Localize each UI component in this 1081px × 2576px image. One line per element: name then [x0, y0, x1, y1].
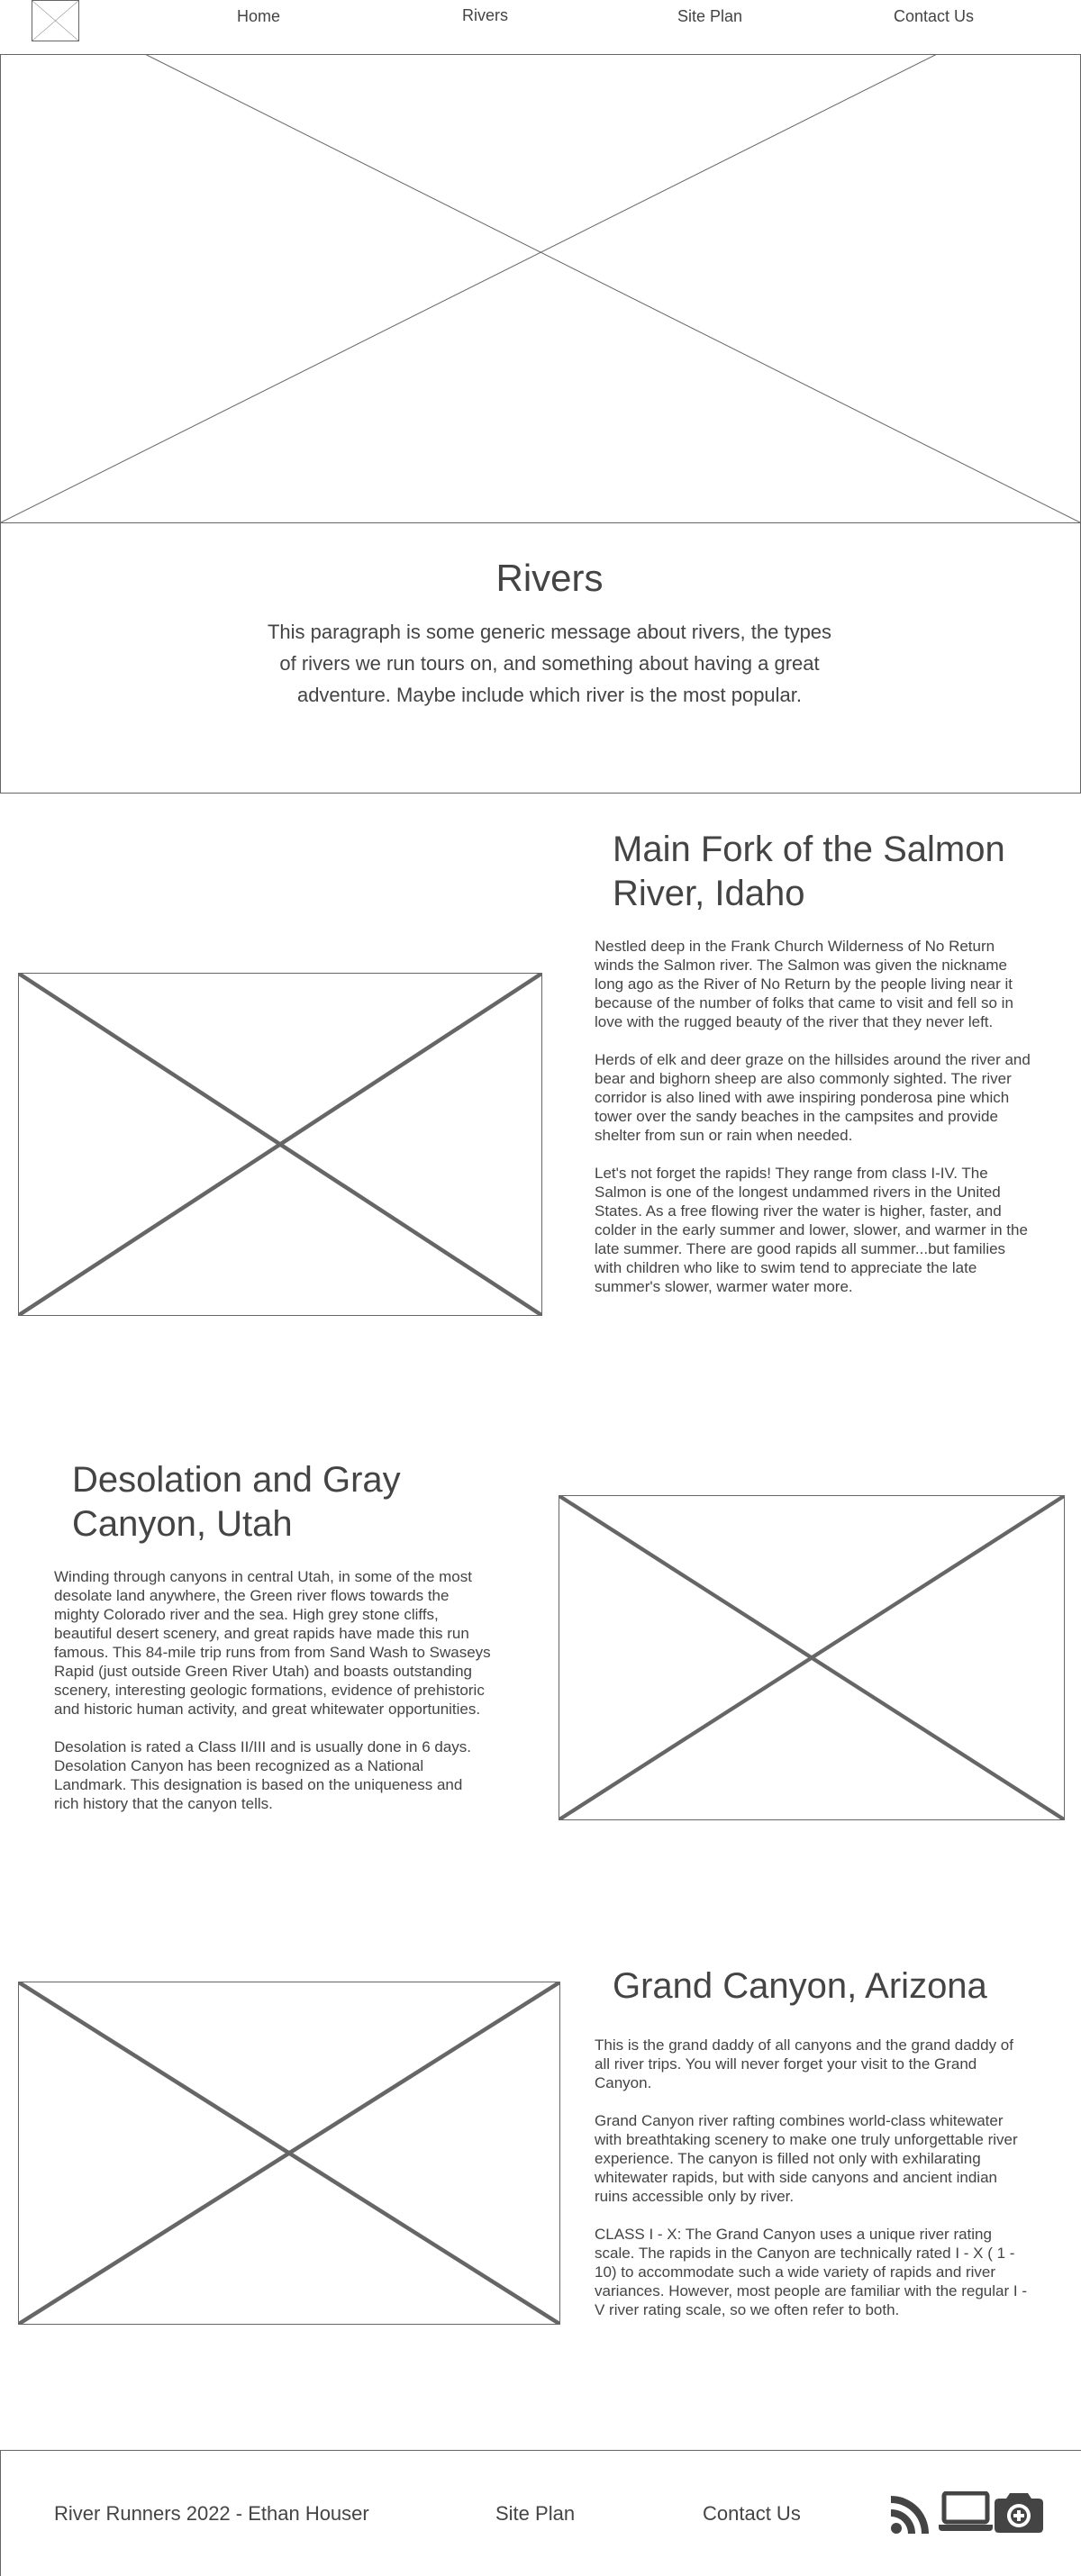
footer-contact-link[interactable]: Contact Us [703, 2502, 801, 2526]
salmon-river-paragraph: Herds of elk and deer graze on the hills… [595, 1051, 1031, 1144]
grand-canyon-placeholder-image [18, 1982, 560, 2325]
nav-rivers-link[interactable]: Rivers [462, 6, 508, 25]
intro-paragraph: This paragraph is some generic message a… [267, 621, 832, 706]
grand-canyon-paragraph: CLASS I - X: The Grand Canyon uses a uni… [595, 2226, 1027, 2318]
desolation-canyon-paragraph: Winding through canyons in central Utah,… [54, 1568, 491, 1718]
nav-contact-link[interactable]: Contact Us [894, 7, 974, 26]
footer-credit: River Runners 2022 - Ethan Houser [54, 2502, 369, 2525]
logo-placeholder-image[interactable] [32, 0, 79, 41]
grand-canyon-heading: Grand Canyon, Arizona [613, 1966, 987, 2006]
grand-canyon-paragraph: This is the grand daddy of all canyons a… [595, 2036, 1013, 2091]
laptop-icon[interactable] [939, 2490, 993, 2531]
desolation-canyon-paragraph: Desolation is rated a Class II/III and i… [54, 1738, 472, 1812]
grand-canyon-paragraph: Grand Canyon river rafting combines worl… [595, 2112, 1018, 2205]
footer-site-plan-link[interactable]: Site Plan [495, 2502, 575, 2526]
nav-home-link[interactable]: Home [237, 7, 280, 26]
desolation-canyon-text: Winding through canyons in central Utah,… [54, 1567, 491, 1832]
salmon-river-heading: Main Fork of the Salmon River, Idaho [613, 830, 1005, 913]
hero-placeholder-image [0, 54, 1081, 523]
grand-canyon-text: This is the grand daddy of all canyons a… [595, 2036, 1031, 2338]
nav-site-plan-link[interactable]: Site Plan [677, 7, 742, 26]
desolation-canyon-heading: Desolation and Gray Canyon, Utah [72, 1460, 401, 1544]
salmon-river-placeholder-image [18, 973, 542, 1316]
salmon-river-text: Nestled deep in the Frank Church Wildern… [595, 937, 1031, 1315]
page-title: Rivers [495, 557, 604, 599]
desolation-canyon-placeholder-image [559, 1495, 1065, 1820]
salmon-river-paragraph: Nestled deep in the Frank Church Wildern… [595, 938, 1013, 1030]
salmon-river-paragraph: Let's not forget the rapids! They range … [595, 1165, 1028, 1295]
camera-icon[interactable] [995, 2490, 1043, 2533]
rss-icon[interactable] [891, 2496, 929, 2534]
